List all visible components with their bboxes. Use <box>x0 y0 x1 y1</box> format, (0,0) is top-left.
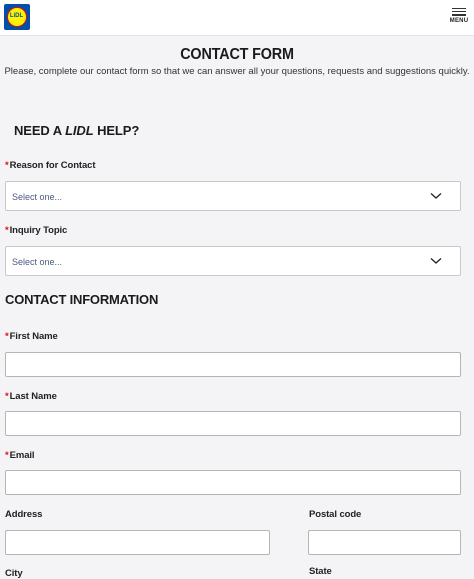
first-name-label: *First Name <box>5 331 58 342</box>
chevron-down-icon <box>430 258 442 264</box>
address-label: Address <box>5 509 43 520</box>
hamburger-icon <box>452 8 466 16</box>
postal-code-label: Postal code <box>309 509 362 520</box>
topic-label: *Inquiry Topic <box>5 225 67 236</box>
page-title: CONTACT FORM <box>180 46 294 63</box>
city-label: City <box>5 568 23 579</box>
email-input[interactable] <box>5 470 461 495</box>
heading-brand: LIDL <box>65 123 94 138</box>
state-label: State <box>309 566 332 577</box>
reason-select-value: Select one... <box>12 192 63 202</box>
topic-select[interactable]: Select one... <box>5 246 461 276</box>
reason-select[interactable]: Select one... <box>5 181 461 211</box>
site-header: LiDL MENU <box>0 0 474 36</box>
address-input[interactable] <box>5 530 270 555</box>
first-name-input[interactable] <box>5 352 461 377</box>
heading-prefix: NEED A <box>14 123 66 138</box>
menu-label: MENU <box>449 17 469 24</box>
last-name-label: *Last Name <box>5 391 57 402</box>
topic-select-value: Select one... <box>12 257 63 267</box>
help-section-heading: NEED A LIDL HELP? <box>14 123 139 138</box>
lidl-logo[interactable]: LiDL <box>4 4 30 30</box>
required-mark: * <box>5 391 9 402</box>
menu-button[interactable]: MENU <box>448 8 470 32</box>
reason-label-text: Reason for Contact <box>9 160 96 171</box>
required-mark: * <box>5 450 9 461</box>
email-label: *Email <box>5 450 35 461</box>
email-label-text: Email <box>9 450 35 461</box>
last-name-label-text: Last Name <box>9 391 57 402</box>
page-subtitle: Please, complete our contact form so tha… <box>4 66 470 77</box>
chevron-down-icon <box>430 193 442 199</box>
required-mark: * <box>5 331 9 342</box>
contact-section-heading: CONTACT INFORMATION <box>5 292 159 307</box>
required-mark: * <box>5 160 9 171</box>
logo-badge: LiDL <box>7 7 27 27</box>
required-mark: * <box>5 225 9 236</box>
logo-text: LiDL <box>9 13 24 19</box>
first-name-label-text: First Name <box>9 331 58 342</box>
topic-label-text: Inquiry Topic <box>9 225 68 236</box>
last-name-input[interactable] <box>5 411 461 436</box>
postal-code-input[interactable] <box>308 530 461 555</box>
reason-label: *Reason for Contact <box>5 160 96 171</box>
heading-suffix: HELP? <box>93 123 140 138</box>
